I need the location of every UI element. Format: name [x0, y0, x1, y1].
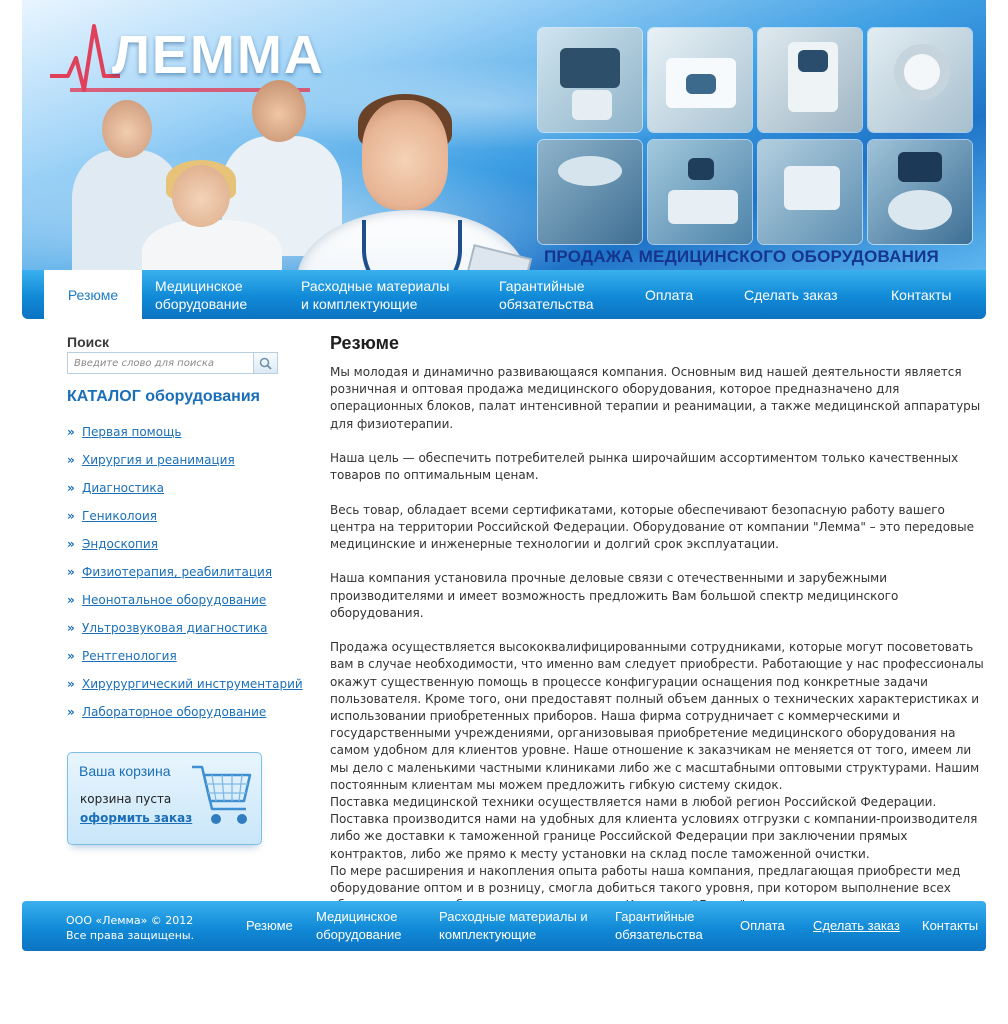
catalog-list: » Первая помощь » Хирургия и реанимация » Д…: [67, 418, 303, 726]
catalog-link[interactable]: Гениколоия: [82, 509, 157, 523]
catalog-link[interactable]: Первая помощь: [82, 425, 181, 439]
catalog-item: » Лабораторное оборудование: [67, 698, 303, 726]
nav-item-warranty[interactable]: Гарантийные обязательства: [499, 270, 594, 319]
catalog-item: » Гениколоия: [67, 502, 303, 530]
bullet-icon: »: [67, 593, 75, 607]
footer-link-resume[interactable]: Резюме: [246, 901, 293, 951]
footer-link-consumables[interactable]: Расходные материалы и комплектующие: [439, 901, 588, 951]
nav-item-consumables[interactable]: Расходные материалы и комплектующие: [301, 270, 449, 319]
catalog-link[interactable]: Эндоскопия: [82, 537, 158, 551]
footer-link-warranty[interactable]: Гарантийные обязательства: [615, 901, 703, 951]
cart-widget: Ваша корзина корзина пуста оформить зака…: [67, 752, 262, 845]
catalog-item: » Физиотерапия, реабилитация: [67, 558, 303, 586]
catalog-link[interactable]: Хирургия и реанимация: [82, 453, 235, 467]
content-paragraph: Продажа осуществляется высококвалифициро…: [330, 640, 984, 792]
bullet-icon: »: [67, 509, 75, 523]
footer-link-medical-equipment[interactable]: Медицинское оборудование: [316, 901, 402, 951]
catalog-item: » Ультрозвуковая диагностика: [67, 614, 303, 642]
footer: ООО «Лемма» © 2012 Все права защищены. Р…: [22, 901, 986, 951]
nav-item-medical-equipment[interactable]: Медицинское оборудование: [155, 270, 247, 319]
bullet-icon: »: [67, 677, 75, 691]
footer-link-payment[interactable]: Оплата: [740, 901, 785, 951]
site-tagline: ПРОДАЖА МЕДИЦИНСКОГО ОБОРУДОВАНИЯ: [544, 247, 939, 266]
catalog-title: КАТАЛОГ оборудования: [67, 388, 261, 405]
footer-link-order[interactable]: Сделать заказ: [813, 901, 900, 951]
catalog-item: » Неонотальное оборудование: [67, 586, 303, 614]
catalog-item: » Эндоскопия: [67, 530, 303, 558]
search-button[interactable]: [253, 353, 277, 373]
checkout-link[interactable]: оформить заказ: [80, 811, 192, 825]
nav-item-order[interactable]: Сделать заказ: [744, 270, 838, 319]
content-paragraph: Наша компания установила прочные деловые…: [330, 571, 899, 620]
equipment-photo: [648, 140, 752, 244]
cart-status: корзина пуста: [80, 792, 172, 806]
banner-photo-staff: [62, 70, 562, 270]
equipment-photo: [758, 28, 862, 132]
bullet-icon: »: [67, 425, 75, 439]
footer-link-contacts[interactable]: Контакты: [922, 901, 978, 951]
shopping-cart-icon: [192, 765, 252, 824]
cart-title: Ваша корзина: [79, 763, 171, 779]
equipment-photo: [868, 28, 972, 132]
catalog-link[interactable]: Неонотальное оборудование: [82, 593, 266, 607]
main-content: Резюме Мы молодая и динамично развивающа…: [330, 333, 984, 932]
catalog-item: » Первая помощь: [67, 418, 303, 446]
catalog-item: » Хирурургический инструментарий: [67, 670, 303, 698]
bullet-icon: »: [67, 621, 75, 635]
bullet-icon: »: [67, 705, 75, 719]
equipment-photo: [648, 28, 752, 132]
catalog-link[interactable]: Ультрозвуковая диагностика: [82, 621, 268, 635]
equipment-photo: [538, 28, 642, 132]
equipment-photo: [758, 140, 862, 244]
catalog-link[interactable]: Рентгенология: [82, 649, 177, 663]
catalog-link[interactable]: Физиотерапия, реабилитация: [82, 565, 272, 579]
copyright: ООО «Лемма» © 2012 Все права защищены.: [66, 914, 195, 942]
bullet-icon: »: [67, 565, 75, 579]
search-input[interactable]: [68, 353, 254, 373]
content-paragraph: Мы молодая и динамично развивающаяся ком…: [330, 365, 981, 431]
nav-item-resume[interactable]: Резюме: [44, 270, 142, 319]
catalog-item: » Рентгенология: [67, 642, 303, 670]
bullet-icon: »: [67, 537, 75, 551]
equipment-photo: [538, 140, 642, 244]
equipment-photo-grid: [538, 28, 974, 244]
equipment-photo: [868, 140, 972, 244]
content-paragraph: Поставка медицинской техники осуществляе…: [330, 795, 978, 861]
content-paragraph: Весь товар, обладает всеми сертификатами…: [330, 502, 975, 551]
main-nav: Резюме Медицинское оборудование Расходны…: [22, 270, 986, 319]
catalog-link[interactable]: Лабораторное оборудование: [82, 705, 266, 719]
catalog-link[interactable]: Диагностика: [82, 481, 164, 495]
bullet-icon: »: [67, 481, 75, 495]
page-title: Резюме: [330, 333, 399, 353]
nav-item-payment[interactable]: Оплата: [645, 270, 693, 319]
search-title: Поиск: [67, 334, 110, 350]
search-icon: [259, 357, 272, 370]
catalog-link[interactable]: Хирурургический инструментарий: [82, 677, 303, 691]
search-form: [67, 352, 278, 374]
bullet-icon: »: [67, 649, 75, 663]
nav-item-contacts[interactable]: Контакты: [891, 270, 951, 319]
catalog-item: » Диагностика: [67, 474, 303, 502]
header-banner: ЛЕММА ПРОДАЖА МЕДИЦИНСКОГО ОБОРУДОВАНИЯ: [22, 0, 986, 270]
catalog-item: » Хирургия и реанимация: [67, 446, 303, 474]
content-paragraph: Наша цель — обеспечить потребителей рынк…: [330, 451, 959, 483]
bullet-icon: »: [67, 453, 75, 467]
